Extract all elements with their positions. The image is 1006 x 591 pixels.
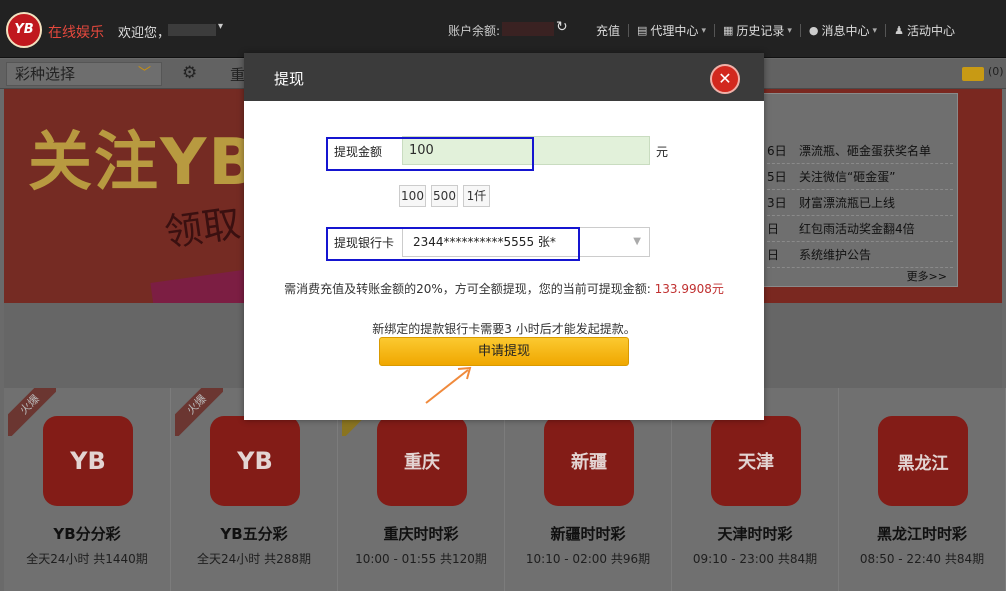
lottery-name[interactable]: 重庆时时彩 [338,523,504,544]
notice-title[interactable]: 关注微信“砸金蛋” [799,168,895,185]
top-nav: 充值 ▤ 代理中心 ▾ ▦ 历史记录 ▾ ● 消息中心 ▾ ♟ 活动中心 [596,22,955,39]
notice-more-link[interactable]: 更多>> [907,268,947,284]
nav-agent-center[interactable]: ▤ 代理中心 ▾ [637,22,706,39]
lottery-select-label: 彩种选择 [15,65,76,83]
tab-partial[interactable]: 重 [230,64,245,85]
dialog-header: 提现 ✕ [244,53,764,101]
quick-amount-1000[interactable]: 1仟 [463,185,490,207]
annotation-arrow-icon [425,366,472,404]
nav-history-label[interactable]: 历史记录 [736,22,784,39]
notice-item[interactable]: 日 红包雨活动奖金翻4倍 [767,216,953,242]
nav-history[interactable]: ▦ 历史记录 ▾ [723,22,792,39]
mail-icon[interactable] [962,67,984,81]
bank-binding-notice: 新绑定的提款银行卡需要3 小时后才能发起提款。 [372,322,636,336]
banner-subtext: 领取 [161,200,244,256]
notice-item[interactable]: 3日 财富漂流瓶已上线 [767,190,953,216]
nav-divider [713,24,715,37]
yb-lottery-icon[interactable]: YB [210,416,300,506]
welcome-text: 欢迎您， [118,26,171,41]
mail-count: (0) [988,65,1004,78]
chevron-down-icon: ▾ [701,25,706,36]
xinjiang-map-icon[interactable]: 新疆 [544,416,634,506]
username-redacted [168,24,216,36]
nav-activities-label[interactable]: 活动中心 [907,22,955,39]
notice-list: 6日 漂流瓶、砸金蛋获奖名单 5日 关注微信“砸金蛋” 3日 财富漂流瓶已上线 日 红包… [767,138,953,268]
refresh-icon[interactable]: ↻ [556,19,568,35]
calendar-icon: ▦ [722,24,734,37]
chevron-down-icon: ▾ [872,25,878,36]
notice-title[interactable]: 财富漂流瓶已上线 [799,194,895,211]
notice-title[interactable]: 红包雨活动奖金翻4倍 [799,220,915,237]
chat-icon: ● [808,24,819,37]
withdraw-notice: 需消费充值及转账金额的20%，方可全额提现，您的当前可提现金额: 133.990… [244,280,764,297]
highlight-box-amount [326,137,534,171]
lottery-schedule: 全天24小时 共288期 [197,552,311,566]
notice-item[interactable]: 5日 关注微信“砸金蛋” [767,164,953,190]
nav-agent-center-label[interactable]: 代理中心 [650,22,698,39]
lottery-name[interactable]: 新疆时时彩 [505,523,671,544]
lottery-schedule: 08:50 - 22:40 共84期 [859,552,985,566]
notice-item[interactable]: 日 系统维护公告 [767,242,953,268]
chevron-down-icon: ▾ [787,25,792,36]
chongqing-map-icon[interactable]: 重庆 [377,416,467,506]
lottery-select[interactable]: 彩种选择 ﹀ [6,62,162,86]
withdraw-dialog: 提现 ✕ 提现金额 100 元 100 500 1仟 提现银行卡 2344***… [244,53,764,420]
nav-messages[interactable]: ● 消息中心 ▾ [809,22,877,39]
highlight-box-bank [326,227,580,261]
withdraw-notice-text: 需消费充值及转账金额的20%，方可全额提现，您的当前可提现金额: [284,282,655,296]
notice-date: 日 [767,248,780,262]
close-icon[interactable]: ✕ [710,64,740,94]
nav-divider [885,24,887,37]
dialog-title: 提现 [274,70,305,88]
nav-activities[interactable]: ♟ 活动中心 [894,22,955,39]
nav-divider [628,24,630,37]
notice-date: 3日 [767,196,787,210]
lottery-schedule: 10:10 - 02:00 共96期 [525,552,651,566]
notice-title[interactable]: 漂流瓶、砸金蛋获奖名单 [799,142,931,159]
lottery-schedule: 10:00 - 01:55 共120期 [355,552,487,566]
banner-headline: 关注YB [28,126,260,200]
nav-messages-label[interactable]: 消息中心 [822,22,870,39]
top-bar: YB 在线娱乐 欢迎您， ▾ 账户余额: ↻ 充值 ▤ 代理中心 ▾ ▦ 历史记录 ▾ … [0,0,1006,58]
lottery-schedule: 09:10 - 23:00 共84期 [692,552,818,566]
balance-label: 账户余额: [448,24,501,38]
submit-withdraw-button[interactable]: 申请提现 [379,337,629,366]
lottery-name[interactable]: YB五分彩 [171,523,337,544]
nav-recharge-label[interactable]: 充值 [596,22,620,39]
quick-amount-100[interactable]: 100 [399,185,426,207]
nav-divider [799,24,801,37]
lottery-name[interactable]: 天津时时彩 [672,523,838,544]
triangle-down-icon: ▼ [633,236,641,247]
notice-date: 日 [767,222,780,236]
balance-value-redacted [502,22,554,36]
lottery-card[interactable]: 火爆 YB YB分分彩 全天24小时 共1440期 [4,388,171,591]
notice-date: 5日 [767,170,787,184]
lottery-schedule: 全天24小时 共1440期 [26,552,148,566]
brand-name: 在线娱乐 [48,25,104,41]
logo[interactable]: YB [6,12,42,48]
nav-recharge[interactable]: 充值 [596,22,620,39]
available-amount: 133.9908元 [654,282,724,296]
tianjin-map-icon[interactable]: 天津 [711,416,801,506]
gear-icon[interactable]: ⚙ [182,63,197,83]
currency-unit: 元 [656,145,669,159]
yb-lottery-icon[interactable]: YB [43,416,133,506]
notice-title[interactable]: 系统维护公告 [799,246,871,263]
chevron-down-icon: ﹀ [137,66,151,81]
lottery-card[interactable]: 黑龙江 黑龙江时时彩 08:50 - 22:40 共84期 [839,388,1006,591]
user-menu-chevron-icon[interactable]: ▾ [218,21,223,32]
notice-panel: 6日 漂流瓶、砸金蛋获奖名单 5日 关注微信“砸金蛋” 3日 财富漂流瓶已上线 日 红包… [760,93,958,287]
notice-date: 6日 [767,144,787,158]
cart-icon: ▤ [637,24,648,37]
notice-item[interactable]: 6日 漂流瓶、砸金蛋获奖名单 [767,138,953,164]
quick-amount-500[interactable]: 500 [431,185,458,207]
lottery-name[interactable]: 黑龙江时时彩 [839,523,1005,544]
heilongjiang-map-icon[interactable]: 黑龙江 [878,416,968,506]
user-group-icon: ♟ [894,24,904,37]
lottery-name[interactable]: YB分分彩 [4,523,170,544]
